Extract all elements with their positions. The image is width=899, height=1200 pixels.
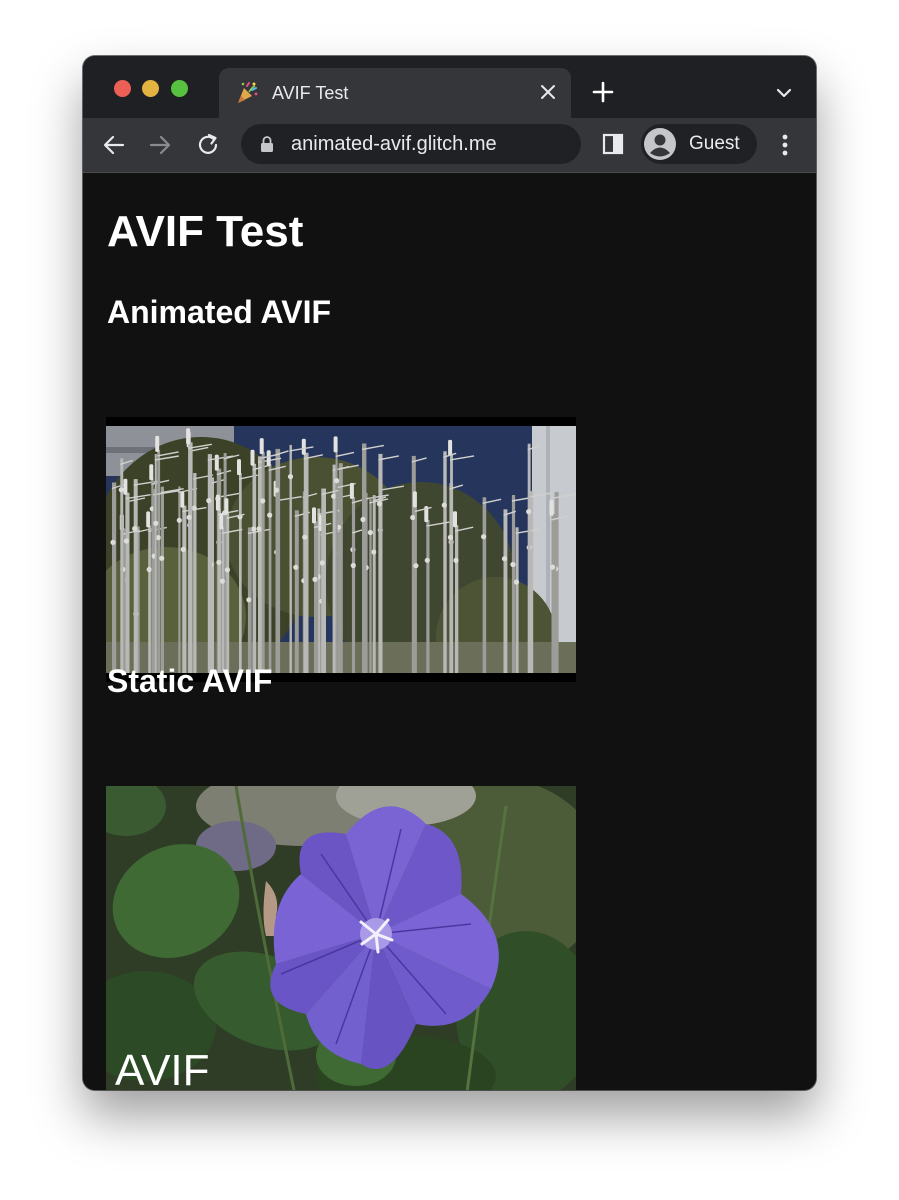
- url-text[interactable]: animated-avif.glitch.me: [291, 132, 497, 156]
- close-window-button[interactable]: [114, 80, 131, 97]
- chevron-down-icon[interactable]: [773, 82, 795, 104]
- close-icon[interactable]: [537, 81, 559, 103]
- profile-label: Guest: [689, 133, 740, 154]
- avif-overlay-label: AVIF: [115, 1046, 210, 1090]
- side-panel-icon[interactable]: [601, 132, 625, 156]
- static-avif-image: AVIF: [106, 786, 576, 1090]
- section-heading-animated: Animated AVIF: [107, 294, 332, 330]
- more-vert-icon[interactable]: [775, 131, 795, 159]
- party-popper-icon: [238, 82, 258, 103]
- minimize-window-button[interactable]: [142, 80, 159, 97]
- tab-avif-test[interactable]: AVIF Test: [219, 68, 571, 118]
- lock-icon[interactable]: [259, 135, 275, 153]
- animated-avif-image: [106, 417, 576, 682]
- profile-button[interactable]: Guest: [641, 124, 757, 164]
- page-content: AVIF Test Animated AVIF Static AVIF AVIF: [83, 173, 816, 1090]
- reload-icon[interactable]: [195, 132, 221, 158]
- tab-title: AVIF Test: [272, 83, 349, 103]
- page-title: AVIF Test: [107, 207, 304, 256]
- section-heading-static: Static AVIF: [107, 663, 273, 699]
- forward-arrow-icon[interactable]: [147, 132, 173, 158]
- zoom-window-button[interactable]: [171, 80, 188, 97]
- browser-window: AVIF Test animated-avif.glitch.me Guest …: [83, 56, 816, 1090]
- plus-icon[interactable]: [591, 80, 615, 104]
- browser-toolbar: animated-avif.glitch.me Guest: [83, 118, 816, 173]
- address-bar[interactable]: animated-avif.glitch.me: [241, 124, 581, 164]
- back-arrow-icon[interactable]: [101, 132, 127, 158]
- tab-strip: AVIF Test: [83, 56, 816, 118]
- account-icon: [644, 128, 676, 160]
